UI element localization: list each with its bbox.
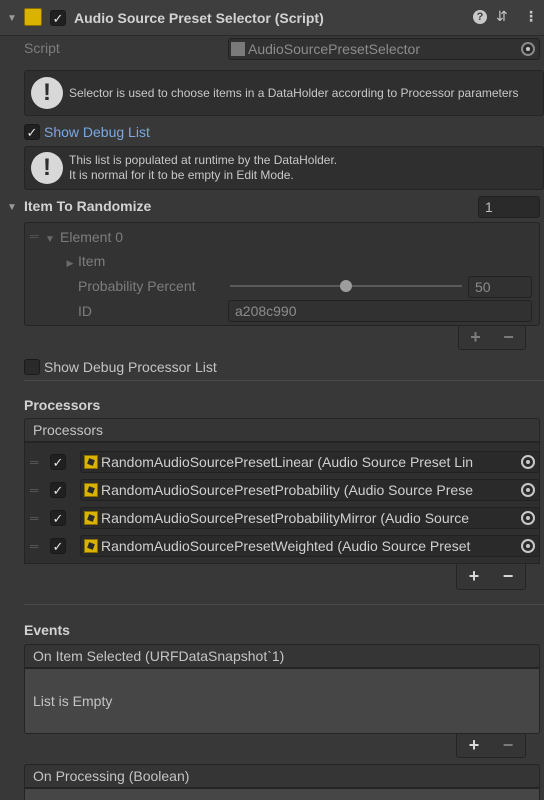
add-element-button[interactable]: + — [470, 327, 481, 348]
script-component-icon — [24, 8, 42, 26]
id-field[interactable]: a208c990 — [228, 300, 532, 322]
debug-help-line-2: It is normal for it to be empty in Edit … — [69, 168, 294, 182]
item-to-randomize-size-field[interactable]: 1 — [478, 196, 540, 218]
on-processing-label: On Processing (Boolean) — [33, 768, 190, 784]
info-icon: ! — [31, 152, 63, 184]
object-picker-icon[interactable] — [521, 539, 535, 553]
on-item-selected-list: List is Empty — [24, 668, 540, 734]
selector-help-box: ! Selector is used to choose items in a … — [24, 70, 544, 116]
processor-label: RandomAudioSourcePresetProbabilityMirror… — [101, 510, 470, 526]
item-to-randomize-size-value: 1 — [485, 199, 493, 215]
object-picker-icon[interactable] — [521, 511, 535, 525]
script-asset-icon — [84, 455, 98, 469]
processors-list-header-label: Processors — [33, 422, 104, 438]
preset-settings-icon[interactable]: ⇵ — [496, 8, 508, 25]
remove-processor-button[interactable]: − — [503, 566, 514, 587]
processor-object-field[interactable]: RandomAudioSourcePresetProbability (Audi… — [80, 479, 540, 501]
debug-help-line-1: This list is populated at runtime by the… — [69, 153, 338, 167]
element-0-label: Element 0 — [60, 229, 124, 245]
id-label: ID — [78, 303, 92, 319]
processor-label: RandomAudioSourcePresetWeighted (Audio S… — [101, 538, 471, 554]
item-foldout-icon[interactable]: ▶ — [64, 257, 76, 269]
processor-object-field[interactable]: RandomAudioSourcePresetProbabilityMirror… — [80, 507, 540, 529]
script-asset-icon — [84, 539, 98, 553]
item-label: Item — [78, 253, 106, 269]
processor-enabled-checkbox[interactable]: ✓ — [50, 510, 66, 526]
divider — [24, 604, 544, 605]
list-item: ═ ✓ RandomAudioSourcePresetWeighted (Aud… — [24, 532, 544, 560]
on-processing-list — [24, 788, 540, 800]
object-picker-icon[interactable] — [521, 483, 535, 497]
processor-label: RandomAudioSourcePresetLinear (Audio Sou… — [101, 454, 473, 470]
item-to-randomize-label[interactable]: Item To Randomize — [24, 198, 151, 214]
script-asset-icon — [84, 483, 98, 497]
probability-slider-knob[interactable] — [340, 280, 352, 292]
component-enabled-checkbox[interactable]: ✓ — [50, 10, 66, 26]
show-debug-processor-list-label[interactable]: Show Debug Processor List — [44, 359, 217, 375]
foldout-arrow-icon[interactable]: ▼ — [6, 12, 18, 24]
component-title: Audio Source Preset Selector (Script) — [74, 10, 324, 26]
probability-percent-label: Probability Percent — [78, 278, 196, 294]
object-picker-icon[interactable] — [521, 455, 535, 469]
id-value: a208c990 — [235, 303, 297, 319]
on-item-selected-label: On Item Selected (URFDataSnapshot`1) — [33, 648, 285, 664]
kebab-menu-icon[interactable]: ⋮ — [524, 8, 538, 25]
show-debug-list-checkbox[interactable]: ✓ — [24, 124, 40, 140]
list-item: ═ ✓ RandomAudioSourcePresetProbability (… — [24, 476, 544, 504]
processor-enabled-checkbox[interactable]: ✓ — [50, 454, 66, 470]
element-drag-handle-icon[interactable]: ═ — [30, 229, 39, 243]
events-section-label: Events — [24, 622, 70, 638]
processors-list-header: Processors — [24, 418, 540, 442]
item-to-randomize-foldout-icon[interactable]: ▼ — [6, 201, 18, 213]
script-label: Script — [24, 40, 60, 56]
list-item: ═ ✓ RandomAudioSourcePresetLinear (Audio… — [24, 448, 544, 476]
processors-plus-minus-bar: + − — [456, 564, 526, 590]
element-foldout-icon[interactable]: ▼ — [44, 233, 56, 245]
processor-object-field[interactable]: RandomAudioSourcePresetLinear (Audio Sou… — [80, 451, 540, 473]
object-picker-icon[interactable] — [521, 42, 535, 56]
drag-handle-icon[interactable]: ═ — [30, 455, 42, 469]
processor-label: RandomAudioSourcePresetProbability (Audi… — [101, 482, 473, 498]
drag-handle-icon[interactable]: ═ — [30, 511, 42, 525]
info-icon: ! — [31, 77, 63, 109]
on-processing-header: On Processing (Boolean) — [24, 764, 540, 788]
remove-event-listener-button[interactable]: − — [503, 735, 514, 756]
list-item: ═ ✓ RandomAudioSourcePresetProbabilityMi… — [24, 504, 544, 532]
add-processor-button[interactable]: + — [469, 566, 480, 587]
script-object-value: AudioSourcePresetSelector — [248, 41, 420, 57]
show-debug-processor-list-checkbox[interactable] — [24, 359, 40, 375]
processors-section-label: Processors — [24, 397, 101, 413]
help-icon[interactable]: ? — [473, 10, 487, 24]
item-list-plus-minus-bar: + − — [458, 326, 526, 350]
on-item-selected-header: On Item Selected (URFDataSnapshot`1) — [24, 644, 540, 668]
processor-enabled-checkbox[interactable]: ✓ — [50, 482, 66, 498]
add-event-listener-button[interactable]: + — [469, 735, 480, 756]
processor-object-field[interactable]: RandomAudioSourcePresetWeighted (Audio S… — [80, 535, 540, 557]
probability-percent-value: 50 — [475, 279, 491, 295]
show-debug-list-label[interactable]: Show Debug List — [44, 124, 150, 140]
divider — [24, 380, 544, 381]
event-plus-minus-bar: + − — [456, 734, 526, 758]
processor-enabled-checkbox[interactable]: ✓ — [50, 538, 66, 554]
probability-percent-field[interactable]: 50 — [468, 276, 532, 298]
script-file-icon — [231, 42, 245, 56]
drag-handle-icon[interactable]: ═ — [30, 483, 42, 497]
selector-help-text: Selector is used to choose items in a Da… — [69, 85, 519, 100]
remove-element-button[interactable]: − — [503, 327, 514, 348]
script-object-field[interactable]: AudioSourcePresetSelector — [228, 38, 540, 60]
component-header: ▼ ✓ Audio Source Preset Selector (Script… — [0, 0, 544, 36]
script-asset-icon — [84, 511, 98, 525]
drag-handle-icon[interactable]: ═ — [30, 539, 42, 553]
list-empty-text: List is Empty — [33, 693, 113, 709]
debug-list-help-box: ! This list is populated at runtime by t… — [24, 146, 544, 190]
